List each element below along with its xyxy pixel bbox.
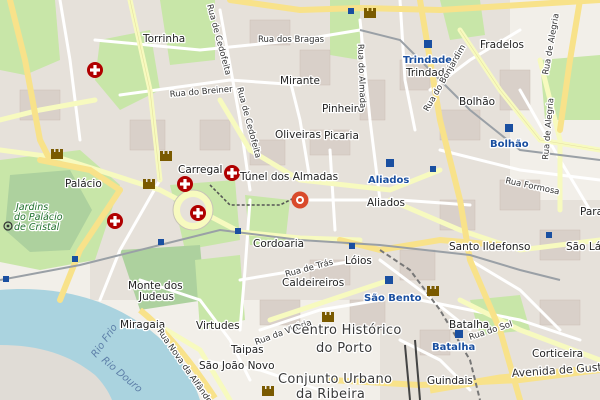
place-label-palacio: Palácio — [65, 178, 102, 190]
street-label-rua-dos-bragas: Rua dos Bragas — [258, 35, 325, 45]
monument-icon[interactable] — [51, 149, 63, 159]
place-label-loios: Lóios — [345, 255, 372, 267]
place-label-tunel-dos-almadas: Túnel dos Almadas — [239, 171, 338, 183]
place-label-parad: Parad — [580, 206, 600, 218]
place-label-picaria: Picaria — [324, 130, 359, 142]
metro-station-icon[interactable] — [505, 124, 513, 132]
metro-station-icon[interactable] — [455, 330, 463, 338]
place-label-virtudes: Virtudes — [196, 320, 240, 332]
district-label-do-porto: do Porto — [316, 341, 372, 356]
metro-station-icon[interactable] — [385, 276, 393, 284]
district-label-centro-historico: Centro Histórico — [292, 323, 402, 338]
station-label-bolhao: Bolhão — [490, 139, 529, 150]
place-label-torrinha: Torrinha — [142, 33, 185, 45]
location-marker-icon[interactable] — [291, 191, 309, 209]
place-label-guindais: Guindais — [427, 375, 473, 387]
hospital-icon[interactable] — [107, 213, 123, 229]
hospital-icon[interactable] — [190, 205, 206, 221]
place-label-oliveiras: Oliveiras — [275, 129, 321, 141]
monument-icon[interactable] — [322, 312, 334, 322]
monument-icon[interactable] — [160, 151, 172, 161]
hospital-icon[interactable] — [87, 62, 103, 78]
station-label-aliados: Aliados — [368, 175, 409, 186]
place-label-mirante: Mirante — [280, 75, 320, 87]
place-label-aliados: Aliados — [367, 197, 405, 209]
place-label-sao-laz: São Láz — [566, 241, 600, 253]
district-label-da-ribeira: da Ribeira — [296, 387, 365, 400]
map-canvas[interactable]: Torrinha Rua dos Bragas Rua do Breiner R… — [0, 0, 600, 400]
hospital-icon[interactable] — [177, 176, 193, 192]
station-label-sao-bento: São Bento — [364, 293, 422, 304]
monument-icon[interactable] — [364, 8, 376, 18]
metro-station-icon[interactable] — [424, 40, 432, 48]
district-label-conjunto-urbano: Conjunto Urbano — [278, 372, 392, 387]
place-label-santo-ildefonso: Santo Ildefonso — [449, 241, 530, 253]
garden-label-de-cristal: de Cristal — [14, 222, 60, 233]
place-label-judeus: Judeus — [138, 291, 174, 303]
metro-station-icon[interactable] — [386, 159, 394, 167]
place-label-sao-joao-novo: São João Novo — [199, 360, 275, 372]
place-label-fradelos: Fradelos — [480, 39, 524, 51]
monument-icon[interactable] — [262, 386, 274, 396]
place-label-cordoaria: Cordoaria — [253, 238, 304, 250]
map[interactable]: Torrinha Rua dos Bragas Rua do Breiner R… — [0, 0, 600, 400]
hospital-icon[interactable] — [224, 165, 240, 181]
station-label-trindade: Trindade — [403, 55, 452, 66]
place-label-corticeira: Corticeira — [532, 348, 583, 360]
station-label-batalha: Batalha — [432, 342, 475, 353]
monument-icon[interactable] — [427, 286, 439, 296]
place-label-carregal: Carregal — [178, 164, 222, 176]
monument-icon[interactable] — [143, 179, 155, 189]
place-label-caldeireiros: Caldeireiros — [282, 277, 344, 289]
place-label-bolhao: Bolhão — [459, 96, 495, 108]
